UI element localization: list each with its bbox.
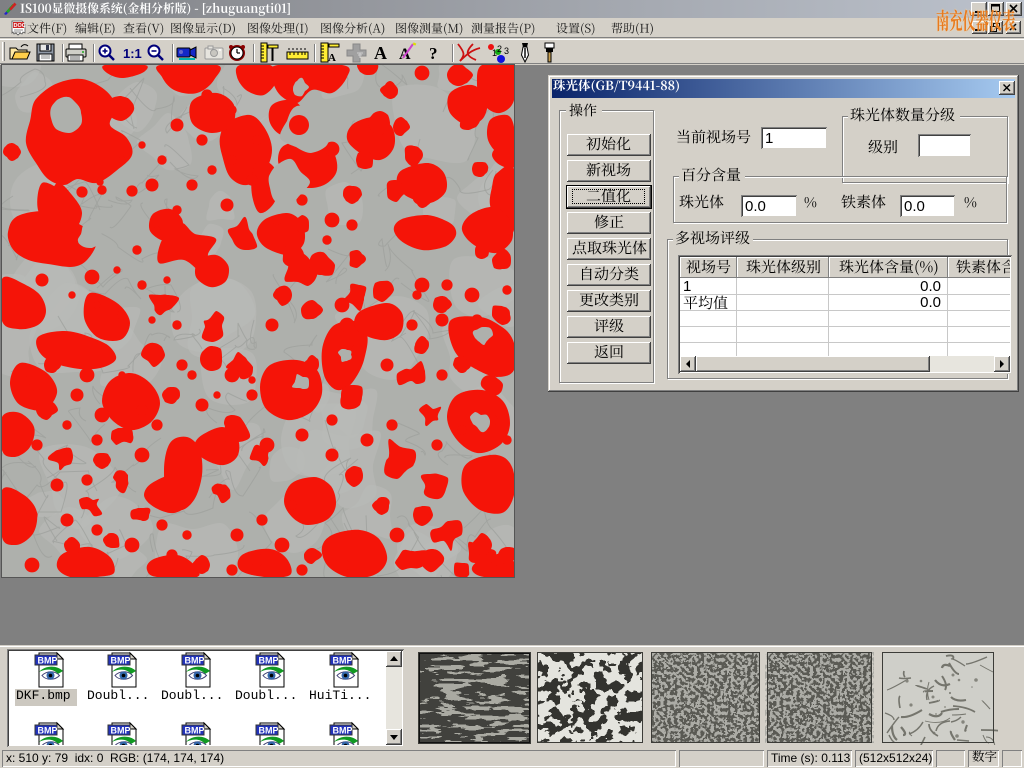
svg-text:A: A bbox=[374, 43, 387, 63]
svg-text:?: ? bbox=[429, 44, 438, 63]
svg-text:1:1: 1:1 bbox=[123, 46, 142, 61]
svg-text:2: 2 bbox=[497, 44, 502, 54]
svg-text:DOC: DOC bbox=[14, 23, 26, 29]
svg-text:A: A bbox=[328, 52, 336, 64]
svg-text:3: 3 bbox=[504, 46, 509, 56]
